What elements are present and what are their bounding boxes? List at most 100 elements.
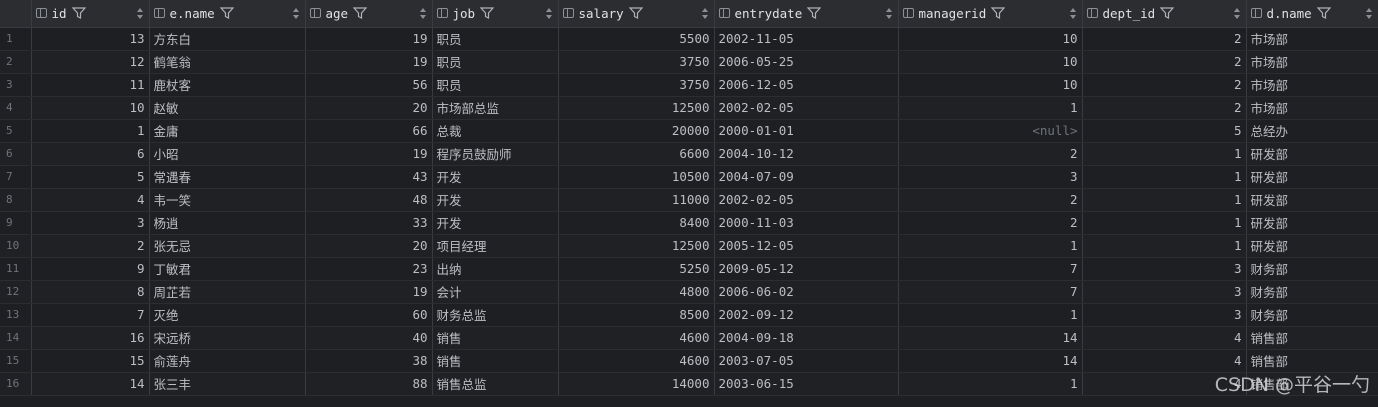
filter-icon[interactable] [71, 7, 86, 20]
cell-age[interactable]: 20 [305, 234, 433, 258]
row-number[interactable]: 11 [0, 257, 32, 281]
filter-icon[interactable] [991, 7, 1006, 20]
cell-name[interactable]: 丁敏君 [149, 257, 306, 281]
cell-name[interactable]: 常遇春 [149, 165, 306, 189]
cell-salary[interactable]: 12500 [558, 234, 715, 258]
cell-dept-name[interactable]: 市场部 [1246, 27, 1378, 51]
cell-dept-id[interactable]: 1 [1082, 188, 1247, 212]
cell-salary[interactable]: 14000 [558, 372, 715, 396]
cell-dept-id[interactable]: 4 [1082, 326, 1247, 350]
row-number[interactable]: 7 [0, 165, 32, 189]
cell-id[interactable]: 5 [31, 165, 150, 189]
cell-job[interactable]: 会计 [432, 280, 559, 304]
cell-id[interactable]: 16 [31, 326, 150, 350]
cell-managerid[interactable]: 1 [898, 372, 1083, 396]
sort-icon[interactable] [136, 8, 143, 19]
sort-icon[interactable] [292, 8, 299, 19]
cell-salary[interactable]: 4600 [558, 349, 715, 373]
cell-entrydate[interactable]: 2009-05-12 [714, 257, 899, 281]
cell-id[interactable]: 6 [31, 142, 150, 166]
cell-managerid[interactable]: 14 [898, 349, 1083, 373]
cell-job[interactable]: 职员 [432, 27, 559, 51]
table-row[interactable]: 10 2 张无忌 20 项目经理 12500 2005-12-05 1 1 研发部 [0, 234, 1378, 258]
cell-name[interactable]: 方东白 [149, 27, 306, 51]
cell-age[interactable]: 19 [305, 280, 433, 304]
filter-icon[interactable] [480, 7, 495, 20]
table-row[interactable]: 13 7 灭绝 60 财务总监 8500 2002-09-12 1 3 财务部 [0, 303, 1378, 327]
table-row[interactable]: 3 11 鹿杖客 56 职员 3750 2006-12-05 10 2 市场部 [0, 73, 1378, 97]
cell-id[interactable]: 15 [31, 349, 150, 373]
filter-icon[interactable] [1160, 7, 1175, 20]
cell-job[interactable]: 销售 [432, 349, 559, 373]
cell-entrydate[interactable]: 2003-06-15 [714, 372, 899, 396]
cell-entrydate[interactable]: 2002-02-05 [714, 188, 899, 212]
cell-job[interactable]: 程序员鼓励师 [432, 142, 559, 166]
cell-name[interactable]: 鹿杖客 [149, 73, 306, 97]
cell-managerid[interactable]: 2 [898, 188, 1083, 212]
cell-job[interactable]: 项目经理 [432, 234, 559, 258]
cell-dept-name[interactable]: 财务部 [1246, 303, 1378, 327]
cell-age[interactable]: 23 [305, 257, 433, 281]
column-header-age[interactable]: age [305, 0, 433, 28]
sort-icon[interactable] [419, 8, 426, 19]
table-row[interactable]: 14 16 宋远桥 40 销售 4600 2004-09-18 14 4 销售部 [0, 326, 1378, 350]
cell-salary[interactable]: 6600 [558, 142, 715, 166]
cell-name[interactable]: 俞莲舟 [149, 349, 306, 373]
cell-job[interactable]: 财务总监 [432, 303, 559, 327]
cell-name[interactable]: 小昭 [149, 142, 306, 166]
column-header-job[interactable]: job [432, 0, 559, 28]
cell-job[interactable]: 销售 [432, 326, 559, 350]
cell-managerid[interactable]: 2 [898, 211, 1083, 235]
cell-job[interactable]: 职员 [432, 73, 559, 97]
cell-dept-name[interactable]: 市场部 [1246, 73, 1378, 97]
cell-entrydate[interactable]: 2004-09-18 [714, 326, 899, 350]
cell-dept-id[interactable]: 4 [1082, 349, 1247, 373]
column-header-dept_id[interactable]: dept_id [1082, 0, 1247, 28]
table-row[interactable]: 7 5 常遇春 43 开发 10500 2004-07-09 3 1 研发部 [0, 165, 1378, 189]
cell-managerid[interactable]: 2 [898, 142, 1083, 166]
column-header-managerid[interactable]: managerid [898, 0, 1083, 28]
cell-job[interactable]: 职员 [432, 50, 559, 74]
cell-managerid[interactable]: 1 [898, 303, 1083, 327]
cell-dept-id[interactable]: 3 [1082, 303, 1247, 327]
cell-dept-name[interactable]: 研发部 [1246, 234, 1378, 258]
table-row[interactable]: 6 6 小昭 19 程序员鼓励师 6600 2004-10-12 2 1 研发部 [0, 142, 1378, 166]
row-number[interactable]: 15 [0, 349, 32, 373]
filter-icon[interactable] [1316, 7, 1331, 20]
cell-managerid[interactable]: 7 [898, 257, 1083, 281]
cell-salary[interactable]: 10500 [558, 165, 715, 189]
sort-icon[interactable] [701, 8, 708, 19]
cell-age[interactable]: 19 [305, 50, 433, 74]
cell-dept-id[interactable]: 2 [1082, 73, 1247, 97]
cell-dept-id[interactable]: 3 [1082, 280, 1247, 304]
cell-name[interactable]: 金庸 [149, 119, 306, 143]
column-header-d-name[interactable]: d.name [1246, 0, 1378, 28]
row-number[interactable]: 14 [0, 326, 32, 350]
cell-entrydate[interactable]: 2000-01-01 [714, 119, 899, 143]
cell-id[interactable]: 11 [31, 73, 150, 97]
cell-entrydate[interactable]: 2002-11-05 [714, 27, 899, 51]
cell-dept-name[interactable]: 销售部 [1246, 349, 1378, 373]
sort-icon[interactable] [545, 8, 552, 19]
cell-dept-name[interactable]: 财务部 [1246, 257, 1378, 281]
cell-dept-id[interactable]: 5 [1082, 119, 1247, 143]
cell-managerid[interactable]: <null> [898, 119, 1083, 143]
cell-entrydate[interactable]: 2002-02-05 [714, 96, 899, 120]
cell-age[interactable]: 19 [305, 142, 433, 166]
cell-entrydate[interactable]: 2004-10-12 [714, 142, 899, 166]
cell-salary[interactable]: 4800 [558, 280, 715, 304]
row-number[interactable]: 2 [0, 50, 32, 74]
row-number[interactable]: 8 [0, 188, 32, 212]
cell-name[interactable]: 张三丰 [149, 372, 306, 396]
cell-id[interactable]: 10 [31, 96, 150, 120]
row-number[interactable]: 13 [0, 303, 32, 327]
cell-name[interactable]: 张无忌 [149, 234, 306, 258]
table-row[interactable]: 12 8 周芷若 19 会计 4800 2006-06-02 7 3 财务部 [0, 280, 1378, 304]
cell-managerid[interactable]: 10 [898, 27, 1083, 51]
cell-name[interactable]: 杨逍 [149, 211, 306, 235]
row-number[interactable]: 5 [0, 119, 32, 143]
cell-entrydate[interactable]: 2005-12-05 [714, 234, 899, 258]
table-row[interactable]: 16 14 张三丰 88 销售总监 14000 2003-06-15 1 4 销售部 [0, 372, 1378, 396]
cell-salary[interactable]: 3750 [558, 73, 715, 97]
cell-salary[interactable]: 8400 [558, 211, 715, 235]
